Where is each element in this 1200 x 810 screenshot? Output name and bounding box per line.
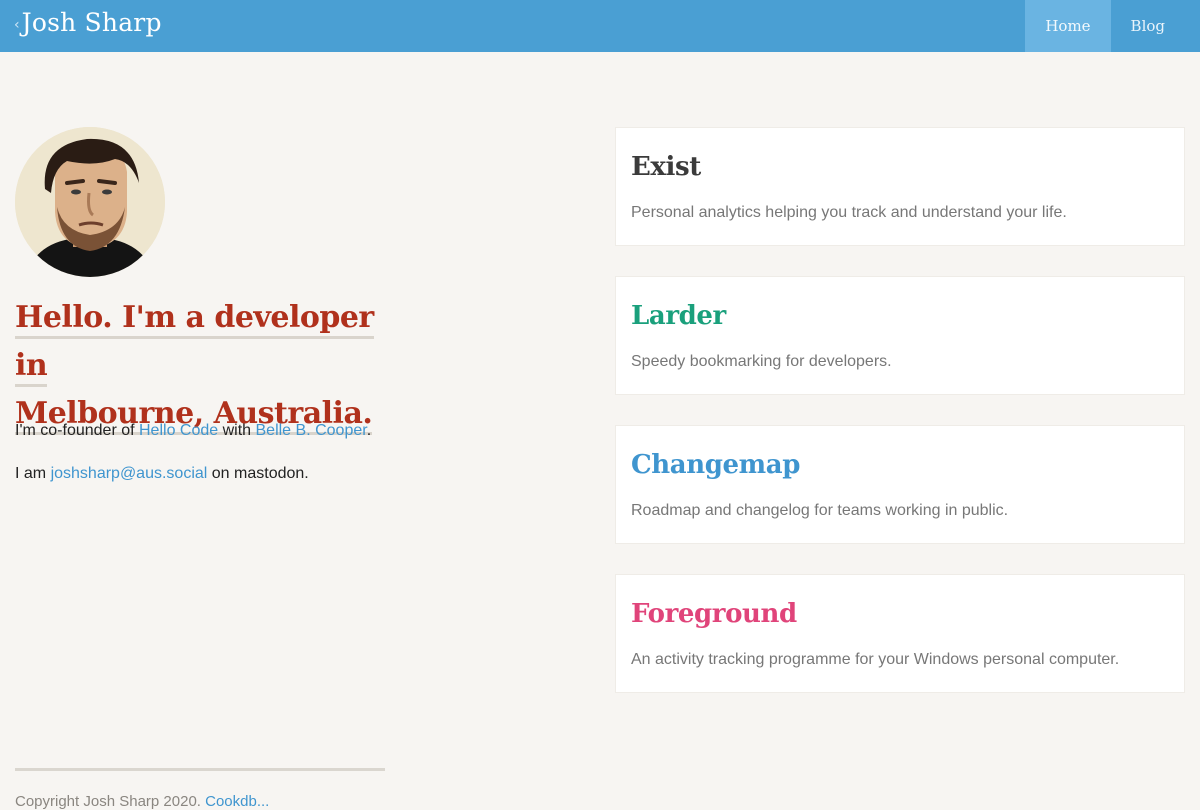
bio-cofounder: I'm co-founder of Hello Code with Belle … bbox=[15, 422, 515, 440]
hello-code-link[interactable]: Hello Code bbox=[139, 422, 218, 439]
site-title: Josh Sharp bbox=[21, 8, 162, 37]
bio-mastodon: I am joshsharp@aus.social on mastodon. bbox=[15, 465, 515, 483]
bio1-mid: with bbox=[218, 422, 256, 439]
footer-link[interactable]: Cookdb... bbox=[205, 793, 269, 810]
site-brand-link[interactable]: ‹ Josh Sharp bbox=[14, 8, 162, 37]
project-desc-foreground: An activity tracking programme for your … bbox=[631, 651, 1120, 668]
project-card-foreground[interactable]: Foreground An activity tracking programm… bbox=[615, 574, 1185, 693]
bio1-prefix: I'm co-founder of bbox=[15, 422, 139, 439]
project-title-changemap[interactable]: Changemap bbox=[631, 450, 800, 480]
bio2-prefix: I am bbox=[15, 465, 51, 482]
belle-cooper-link[interactable]: Belle B. Cooper bbox=[256, 422, 367, 439]
mastodon-link[interactable]: joshsharp@aus.social bbox=[51, 465, 208, 482]
project-card-changemap[interactable]: Changemap Roadmap and changelog for team… bbox=[615, 425, 1185, 544]
back-chevron-icon: ‹ bbox=[14, 16, 20, 33]
project-desc-exist: Personal analytics helping you track and… bbox=[631, 204, 1067, 221]
project-card-larder[interactable]: Larder Speedy bookmarking for developers… bbox=[615, 276, 1185, 395]
bio1-suffix: . bbox=[366, 422, 372, 439]
project-desc-changemap: Roadmap and changelog for teams working … bbox=[631, 502, 1009, 519]
project-title-larder[interactable]: Larder bbox=[631, 301, 726, 331]
nav-blog[interactable]: Blog bbox=[1111, 0, 1185, 52]
intro-headline: Hello. I'm a developer in Melbourne, Aus… bbox=[15, 294, 395, 438]
bio2-suffix: on mastodon. bbox=[207, 465, 309, 482]
main-nav: Home Blog bbox=[1025, 0, 1185, 52]
footer-copyright: Copyright Josh Sharp 2020. Cookdb... bbox=[15, 793, 269, 810]
project-title-foreground[interactable]: Foreground bbox=[631, 599, 797, 629]
headline-line-1: Hello. I'm a developer in bbox=[15, 300, 374, 387]
top-navbar: ‹ Josh Sharp Home Blog bbox=[0, 0, 1200, 52]
footer-divider bbox=[15, 768, 385, 771]
avatar bbox=[15, 127, 165, 277]
project-desc-larder: Speedy bookmarking for developers. bbox=[631, 353, 892, 370]
avatar-portrait-image bbox=[15, 127, 165, 277]
project-title-exist[interactable]: Exist bbox=[631, 152, 701, 182]
nav-home[interactable]: Home bbox=[1025, 0, 1111, 52]
project-card-exist[interactable]: Exist Personal analytics helping you tra… bbox=[615, 127, 1185, 246]
copyright-text: Copyright Josh Sharp 2020. bbox=[15, 793, 206, 810]
